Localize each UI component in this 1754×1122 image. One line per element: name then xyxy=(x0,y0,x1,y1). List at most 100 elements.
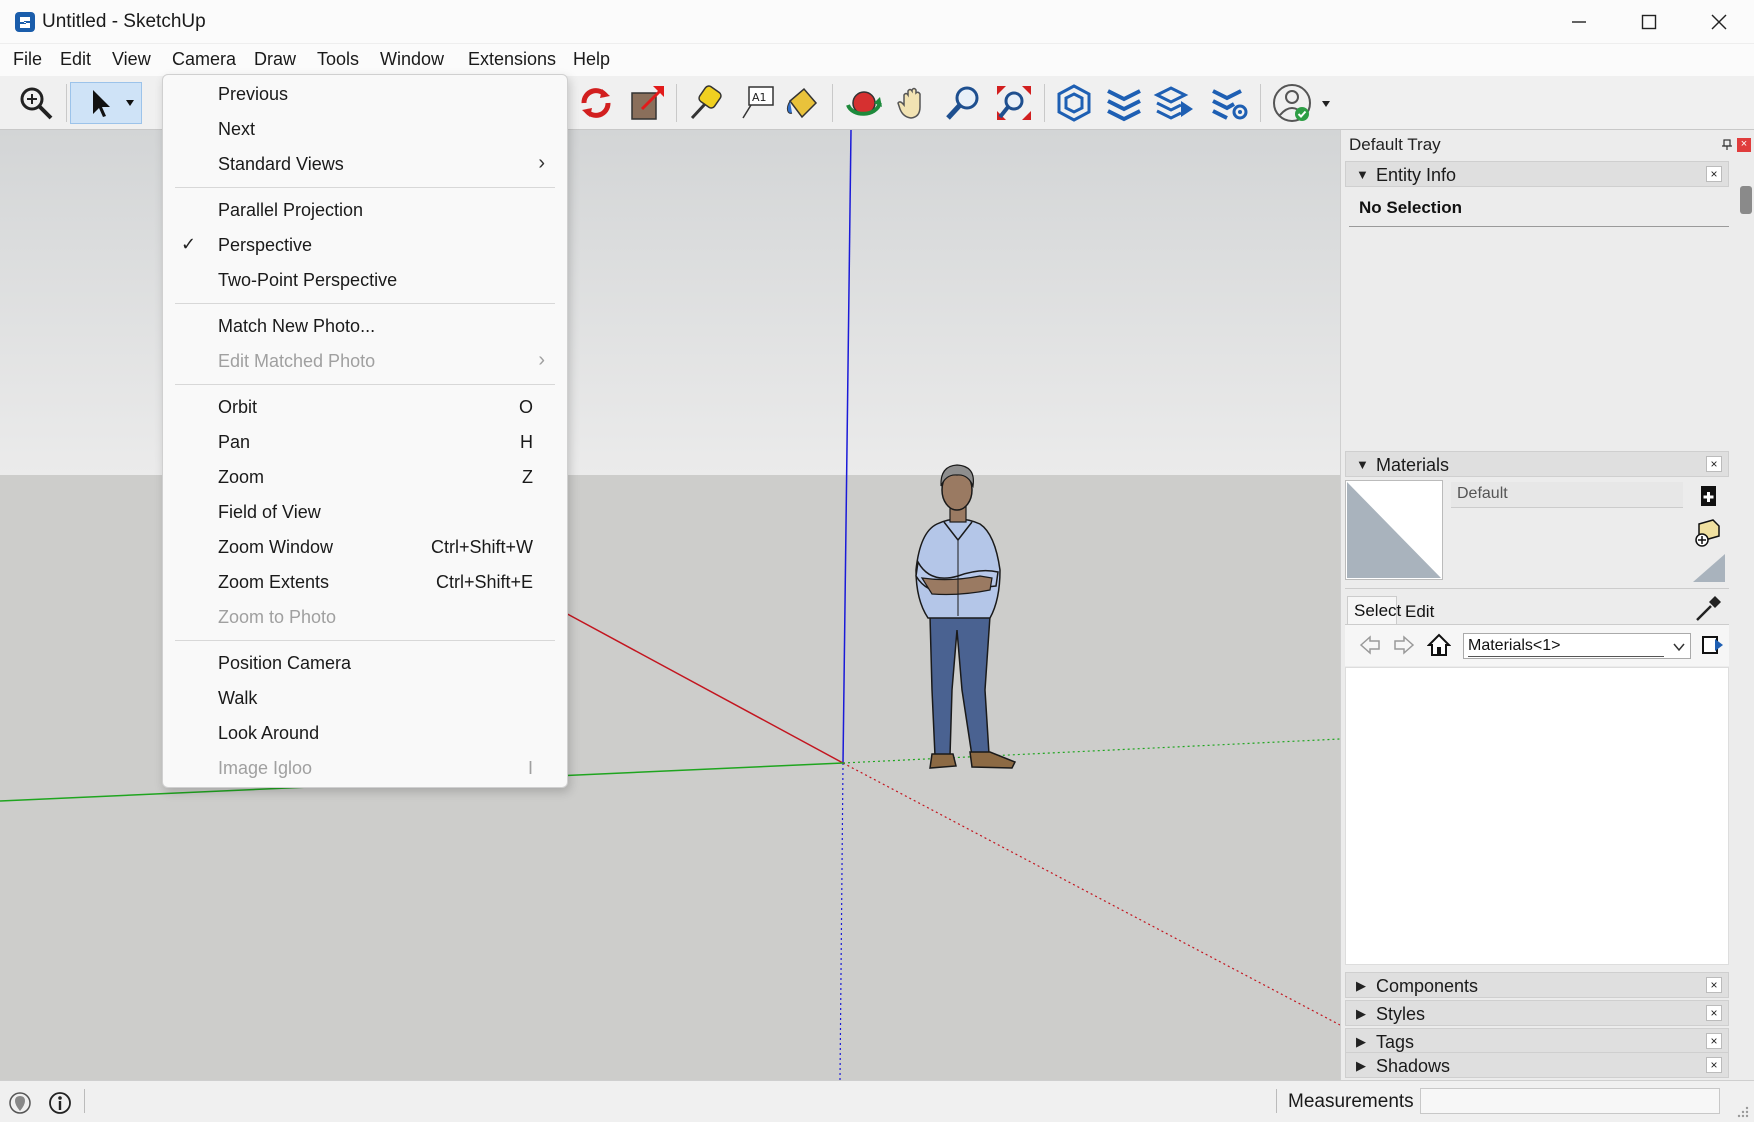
materials-close-button[interactable]: × xyxy=(1706,456,1722,472)
menu-item-edit-matched-photo: Edit Matched Photo › xyxy=(163,345,567,380)
menu-item-position-camera[interactable]: Position Camera xyxy=(163,647,567,682)
close-icon xyxy=(1711,14,1727,30)
pan-tool-button[interactable] xyxy=(892,82,936,124)
menu-item-look-around[interactable]: Look Around xyxy=(163,717,567,752)
back-arrow-icon[interactable] xyxy=(1359,635,1381,655)
menu-draw[interactable]: Draw xyxy=(251,49,299,70)
materials-browser-area[interactable] xyxy=(1345,667,1729,965)
entity-info-close-button[interactable]: × xyxy=(1706,166,1722,182)
menu-item-orbit[interactable]: Orbit O xyxy=(163,391,567,426)
menu-bar: File Edit View Camera Draw Tools Window … xyxy=(0,44,1754,76)
measurements-box[interactable] xyxy=(1420,1088,1720,1114)
materials-title: Materials xyxy=(1376,455,1450,475)
menu-item-walk[interactable]: Walk xyxy=(163,682,567,717)
materials-nav-bar: Materials<1> xyxy=(1345,624,1729,666)
3d-warehouse-button[interactable] xyxy=(1052,82,1096,124)
geolocation-icon[interactable] xyxy=(8,1091,32,1115)
pin-icon[interactable] xyxy=(1721,139,1733,151)
material-swatch[interactable] xyxy=(1345,480,1443,580)
menu-item-label: Perspective xyxy=(218,235,313,255)
extension-manager-button[interactable] xyxy=(1208,82,1252,124)
menu-view[interactable]: View xyxy=(109,49,154,70)
styles-close-button[interactable]: × xyxy=(1706,1005,1722,1021)
menu-edit[interactable]: Edit xyxy=(57,49,94,70)
eyedropper-icon[interactable] xyxy=(1693,594,1723,624)
components-header[interactable]: ▶ Components × xyxy=(1345,972,1729,998)
menu-item-standard-views[interactable]: Standard Views › xyxy=(163,148,567,183)
entity-info-header[interactable]: ▼ Entity Info × xyxy=(1345,161,1729,187)
menu-camera[interactable]: Camera xyxy=(169,49,239,70)
text-label-icon: A1 xyxy=(742,86,774,119)
minimize-button[interactable] xyxy=(1544,0,1614,44)
tray-close-button[interactable]: × xyxy=(1737,138,1751,152)
extension-warehouse-button[interactable] xyxy=(1102,82,1146,124)
zoom-extents-button[interactable] xyxy=(992,82,1036,124)
menu-item-label: Standard Views xyxy=(218,154,344,174)
materials-library-select[interactable]: Materials<1> xyxy=(1463,633,1691,659)
title-bar: Untitled - SketchUp xyxy=(0,0,1754,44)
material-name-field[interactable]: Default xyxy=(1451,482,1683,508)
zoom-tool-button[interactable] xyxy=(14,82,58,124)
maximize-button[interactable] xyxy=(1614,0,1684,44)
menu-tools[interactable]: Tools xyxy=(314,49,362,70)
paint-sample-triangle[interactable] xyxy=(1691,552,1727,584)
default-material-icon[interactable] xyxy=(1693,518,1721,548)
select-tool-button[interactable] xyxy=(70,82,142,124)
menu-item-label: Position Camera xyxy=(218,653,352,673)
menu-item-perspective[interactable]: ✓ Perspective xyxy=(163,229,567,264)
camera-menu: Previous Next Standard Views › Parallel … xyxy=(162,74,568,788)
resize-grip-icon[interactable] xyxy=(1736,1105,1750,1119)
orbit-tool-button[interactable] xyxy=(842,82,886,124)
tags-close-button[interactable]: × xyxy=(1706,1033,1722,1049)
send-to-layout-button[interactable] xyxy=(1152,82,1196,124)
menu-item-label: Zoom Window xyxy=(218,537,334,557)
menu-file[interactable]: File xyxy=(10,49,45,70)
toolbar-separator xyxy=(676,84,677,122)
text-tool-button[interactable]: A1 xyxy=(736,82,780,124)
materials-header[interactable]: ▼ Materials × xyxy=(1345,451,1729,477)
zoom-button[interactable] xyxy=(942,82,986,124)
forward-arrow-icon[interactable] xyxy=(1393,635,1415,655)
menu-item-next[interactable]: Next xyxy=(163,113,567,148)
collapsed-triangle-icon: ▶ xyxy=(1356,1006,1366,1021)
menu-item-field-of-view[interactable]: Field of View xyxy=(163,496,567,531)
menu-item-parallel-projection[interactable]: Parallel Projection xyxy=(163,194,567,229)
magnifier-icon xyxy=(20,87,53,120)
menu-item-zoom-window[interactable]: Zoom Window Ctrl+Shift+W xyxy=(163,531,567,566)
menu-item-zoom[interactable]: Zoom Z xyxy=(163,461,567,496)
menu-item-pan[interactable]: Pan H xyxy=(163,426,567,461)
components-close-button[interactable]: × xyxy=(1706,977,1722,993)
paint-bucket-tool-button[interactable] xyxy=(780,82,824,124)
tape-measure-tool-button[interactable] xyxy=(684,82,728,124)
menu-item-zoom-extents[interactable]: Zoom Extents Ctrl+Shift+E xyxy=(163,566,567,601)
components-title: Components xyxy=(1376,976,1479,996)
material-name: Default xyxy=(1457,485,1508,502)
close-button[interactable] xyxy=(1684,0,1754,44)
credits-info-icon[interactable] xyxy=(48,1091,72,1115)
menu-item-previous[interactable]: Previous xyxy=(163,78,567,113)
menu-help[interactable]: Help xyxy=(570,49,613,70)
rotate-tool-button[interactable] xyxy=(574,82,618,124)
materials-edit-tab[interactable]: Edit xyxy=(1405,602,1434,622)
extension-warehouse-icon xyxy=(1107,89,1141,122)
shadows-title: Shadows xyxy=(1376,1056,1451,1076)
checkmark-icon: ✓ xyxy=(181,234,197,254)
materials-select-tab[interactable]: Select xyxy=(1347,596,1401,624)
toolbar-separator xyxy=(1044,84,1045,122)
styles-header[interactable]: ▶ Styles × xyxy=(1345,1000,1729,1026)
home-icon[interactable] xyxy=(1427,633,1451,657)
scrollbar-thumb[interactable] xyxy=(1740,186,1752,214)
tags-header[interactable]: ▶ Tags × xyxy=(1345,1028,1729,1054)
create-material-icon[interactable] xyxy=(1699,484,1719,508)
status-separator xyxy=(1276,1089,1277,1113)
status-separator xyxy=(84,1089,85,1113)
shadows-header[interactable]: ▶ Shadows × xyxy=(1345,1052,1729,1078)
details-arrow-icon[interactable] xyxy=(1701,633,1725,657)
menu-window[interactable]: Window xyxy=(377,49,447,70)
account-button[interactable] xyxy=(1270,82,1334,124)
menu-item-match-new-photo[interactable]: Match New Photo... xyxy=(163,310,567,345)
scale-tool-button[interactable] xyxy=(626,82,670,124)
shadows-close-button[interactable]: × xyxy=(1706,1057,1722,1073)
menu-item-two-point-perspective[interactable]: Two-Point Perspective xyxy=(163,264,567,299)
menu-extensions[interactable]: Extensions xyxy=(465,49,559,70)
